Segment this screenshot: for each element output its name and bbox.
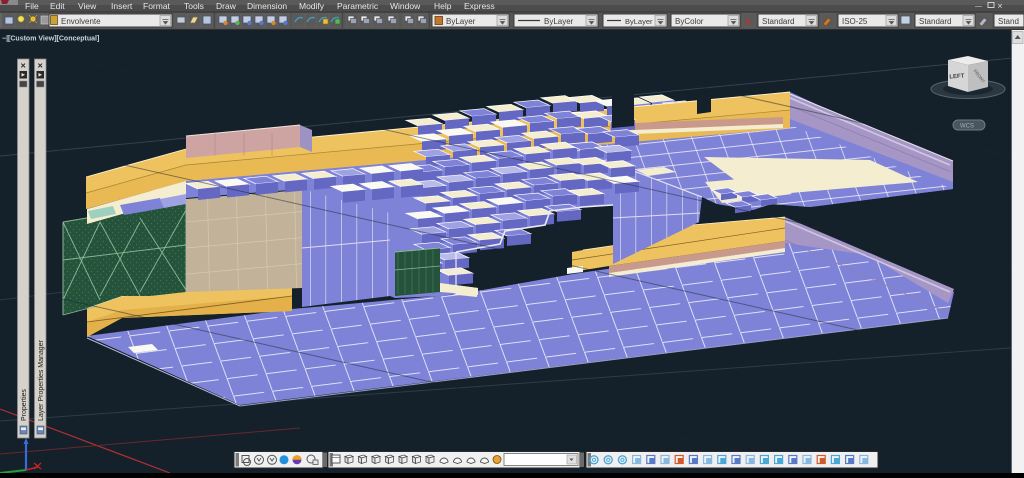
svg-text:Draw: Draw	[216, 1, 237, 11]
svg-text:Insert: Insert	[111, 1, 133, 11]
svg-text:Dimension: Dimension	[247, 1, 287, 11]
svg-text:ByColor: ByColor	[675, 17, 704, 26]
svg-text:Standard: Standard	[762, 17, 794, 26]
svg-text:A: A	[745, 18, 751, 27]
svg-text:View: View	[78, 1, 97, 11]
svg-text:Help: Help	[434, 1, 452, 11]
svg-text:WCS: WCS	[960, 124, 974, 130]
svg-text:Envolvente: Envolvente	[61, 17, 101, 26]
svg-text:LEFT: LEFT	[949, 73, 965, 80]
svg-text:Window: Window	[390, 1, 421, 11]
svg-text:Stand: Stand	[998, 17, 1019, 26]
svg-text:Parametric: Parametric	[337, 1, 379, 11]
svg-text:—: —	[975, 3, 982, 10]
svg-text:✕: ✕	[37, 63, 43, 70]
svg-text:Layer Properties Manager: Layer Properties Manager	[38, 339, 45, 421]
svg-text:ISO-25: ISO-25	[842, 17, 868, 26]
svg-text:ByLayer: ByLayer	[446, 17, 476, 26]
svg-text:Standard: Standard	[919, 17, 951, 26]
svg-text:Express: Express	[464, 1, 495, 11]
svg-text:File: File	[25, 1, 39, 11]
svg-text:Format: Format	[143, 1, 171, 11]
svg-text:Properties: Properties	[21, 389, 28, 421]
svg-text:ByLayer: ByLayer	[625, 17, 653, 26]
svg-text:ByLayer: ByLayer	[544, 17, 574, 26]
svg-text:−|[Custom View][Conceptual]: −|[Custom View][Conceptual]	[2, 36, 99, 43]
svg-text:✕: ✕	[20, 63, 26, 70]
svg-text:✕: ✕	[997, 4, 1003, 11]
svg-text:Edit: Edit	[50, 1, 65, 11]
svg-text:Modify: Modify	[299, 1, 325, 11]
svg-text:Tools: Tools	[184, 1, 204, 11]
